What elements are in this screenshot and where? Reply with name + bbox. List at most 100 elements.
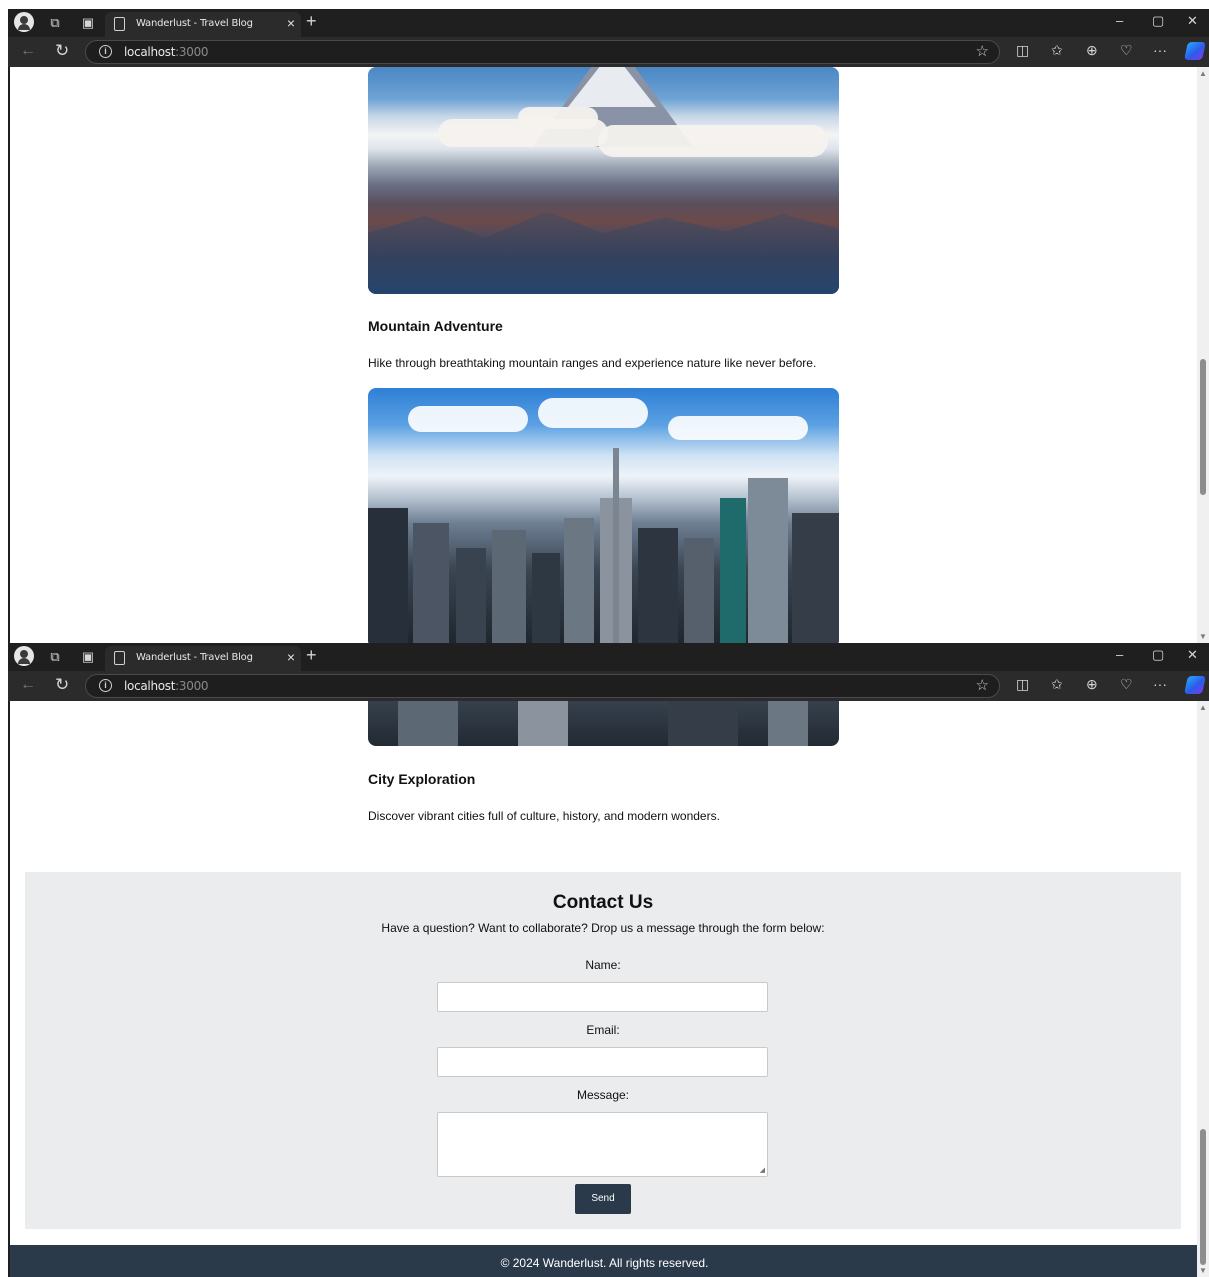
close-window-icon[interactable]: ✕	[1187, 13, 1198, 29]
building	[456, 548, 486, 643]
url-text: localhost:3000	[124, 679, 209, 693]
copilot-icon[interactable]	[1184, 42, 1206, 60]
name-field[interactable]	[437, 982, 768, 1012]
building	[413, 523, 449, 643]
city-image-bottom-edge	[368, 701, 839, 746]
building	[748, 478, 788, 643]
add-favorite-icon[interactable]: ☆	[976, 676, 989, 694]
cloud	[538, 398, 648, 428]
browser-tab[interactable]: Wanderlust - Travel Blog ×	[105, 646, 301, 671]
new-tab-icon[interactable]: +	[306, 645, 317, 666]
browser-essentials-icon[interactable]: ♡	[1120, 42, 1133, 59]
building	[668, 701, 738, 746]
workspaces-icon[interactable]: ⧉	[45, 647, 65, 667]
favorites-icon[interactable]: ✩	[1051, 42, 1063, 59]
page-viewport-bottom: City Exploration Discover vibrant cities…	[8, 701, 1209, 1277]
browser-essentials-icon[interactable]: ♡	[1120, 676, 1133, 693]
tab-actions-icon[interactable]: ▣	[78, 13, 98, 33]
maximize-icon[interactable]: ▢	[1152, 13, 1164, 29]
site-info-icon[interactable]: i	[99, 45, 112, 58]
new-tab-icon[interactable]: +	[306, 11, 317, 32]
back-icon[interactable]: ←	[20, 676, 36, 694]
address-bar[interactable]: i localhost:3000 ☆	[85, 674, 1000, 698]
scroll-up-icon[interactable]: ▲	[1199, 69, 1207, 78]
workspaces-icon[interactable]: ⧉	[45, 13, 65, 33]
url-host: localhost	[124, 45, 176, 59]
close-window-icon[interactable]: ✕	[1187, 647, 1198, 663]
resize-handle-icon[interactable]: ◢	[760, 1166, 765, 1174]
url-host: localhost	[124, 679, 176, 693]
url-port: :3000	[175, 45, 209, 59]
profile-icon[interactable]	[14, 12, 34, 32]
refresh-icon[interactable]: ↻	[55, 675, 69, 695]
split-screen-icon[interactable]: ◫	[1016, 676, 1029, 693]
address-bar[interactable]: i localhost:3000 ☆	[85, 40, 1000, 64]
scroll-down-icon[interactable]: ▼	[1199, 632, 1207, 641]
tab-actions-icon[interactable]: ▣	[78, 647, 98, 667]
footer: © 2024 Wanderlust. All rights reserved.	[10, 1245, 1199, 1277]
scrollbar-thumb[interactable]	[1200, 359, 1206, 495]
collections-icon[interactable]: ⊕	[1086, 676, 1098, 693]
page-viewport-top: Mountain Adventure Hike through breathta…	[8, 67, 1209, 643]
collections-icon[interactable]: ⊕	[1086, 42, 1098, 59]
split-screen-icon[interactable]: ◫	[1016, 42, 1029, 59]
contact-subtitle: Have a question? Want to collaborate? Dr…	[381, 921, 825, 935]
site-info-icon[interactable]: i	[99, 679, 112, 692]
message-field[interactable]: ◢	[437, 1112, 768, 1177]
building	[398, 701, 458, 746]
contact-section: Contact Us Have a question? Want to coll…	[25, 872, 1181, 1229]
browser-window-top: ⧉ ▣ Wanderlust - Travel Blog × + – ▢ ✕ ←…	[8, 9, 1209, 67]
scroll-down-icon[interactable]: ▼	[1199, 1266, 1207, 1275]
title-bar: ⧉ ▣ Wanderlust - Travel Blog × + – ▢ ✕	[8, 643, 1209, 671]
post-title: City Exploration	[368, 771, 476, 787]
close-tab-icon[interactable]: ×	[287, 649, 295, 665]
add-favorite-icon[interactable]: ☆	[976, 42, 989, 60]
spire-building	[613, 448, 619, 643]
close-tab-icon[interactable]: ×	[287, 15, 295, 31]
building	[792, 513, 839, 643]
vertical-scrollbar[interactable]: ▲ ▼	[1197, 67, 1209, 643]
post-description: Hike through breathtaking mountain range…	[368, 356, 817, 370]
send-button[interactable]: Send	[575, 1184, 631, 1214]
browser-window-bottom: ⧉ ▣ Wanderlust - Travel Blog × + – ▢ ✕ ←…	[8, 643, 1209, 701]
document-icon	[114, 651, 125, 665]
favorites-icon[interactable]: ✩	[1051, 676, 1063, 693]
mountain-ridge	[368, 211, 839, 294]
building	[720, 498, 746, 643]
post-title: Mountain Adventure	[368, 318, 503, 334]
back-icon[interactable]: ←	[20, 42, 36, 60]
building	[768, 701, 808, 746]
name-label: Name:	[585, 958, 621, 972]
cloud	[598, 125, 828, 157]
message-label: Message:	[576, 1088, 630, 1102]
cloud	[518, 107, 598, 129]
copilot-icon[interactable]	[1184, 676, 1206, 694]
cloud	[668, 416, 808, 440]
building	[564, 518, 594, 643]
building	[518, 701, 568, 746]
url-port: :3000	[175, 679, 209, 693]
profile-icon[interactable]	[14, 646, 34, 666]
vertical-scrollbar[interactable]: ▲ ▼	[1197, 701, 1209, 1277]
building	[638, 528, 678, 643]
post-description: Discover vibrant cities full of culture,…	[368, 809, 720, 823]
toolbar: ← ↻ i localhost:3000 ☆ ◫ ✩ ⊕ ♡ ···	[8, 671, 1209, 701]
minimize-icon[interactable]: –	[1116, 647, 1123, 662]
building	[368, 508, 408, 643]
building	[684, 538, 714, 643]
email-label: Email:	[586, 1023, 620, 1037]
minimize-icon[interactable]: –	[1116, 13, 1123, 28]
toolbar: ← ↻ i localhost:3000 ☆ ◫ ✩ ⊕ ♡ ···	[8, 37, 1209, 67]
more-icon[interactable]: ···	[1153, 42, 1167, 58]
building	[492, 530, 526, 643]
refresh-icon[interactable]: ↻	[55, 41, 69, 61]
mountain-image	[368, 67, 839, 294]
title-bar: ⧉ ▣ Wanderlust - Travel Blog × + – ▢ ✕	[8, 9, 1209, 37]
more-icon[interactable]: ···	[1153, 676, 1167, 692]
email-field[interactable]	[437, 1047, 768, 1077]
tab-title: Wanderlust - Travel Blog	[136, 18, 253, 29]
scroll-up-icon[interactable]: ▲	[1199, 703, 1207, 712]
browser-tab[interactable]: Wanderlust - Travel Blog ×	[105, 12, 301, 37]
scrollbar-thumb[interactable]	[1200, 1129, 1206, 1265]
maximize-icon[interactable]: ▢	[1152, 647, 1164, 663]
